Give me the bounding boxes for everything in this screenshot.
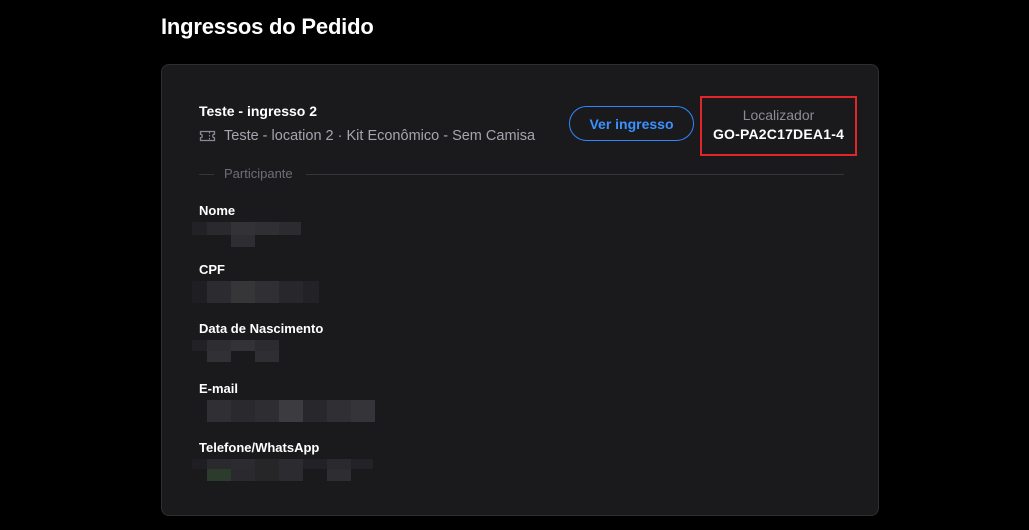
page-title: Ingressos do Pedido <box>161 14 374 39</box>
field-label: Telefone/WhatsApp <box>199 440 320 455</box>
field-label: Nome <box>199 203 236 218</box>
locator-box: Localizador GO-PA2C17DEA1-4 <box>700 96 857 156</box>
view-ticket-button[interactable]: Ver ingresso <box>569 106 694 141</box>
field-name: Nome <box>192 203 301 250</box>
divider-line <box>199 174 214 175</box>
field-label: E-mail <box>199 381 239 396</box>
divider-line <box>306 174 844 175</box>
field-phone: Telefone/WhatsApp <box>192 440 373 487</box>
ticket-name: Teste - ingresso 2 <box>199 103 318 119</box>
ticket-details-text: Teste - location 2 · Kit Econômico - Sem… <box>224 128 536 144</box>
redacted-value <box>192 281 319 309</box>
redacted-value <box>192 222 301 250</box>
field-birthdate: Data de Nascimento <box>192 321 324 368</box>
ticket-card: Teste - ingresso 2 Teste - location 2 · … <box>161 64 879 516</box>
locator-code: GO-PA2C17DEA1-4 <box>712 126 845 142</box>
redacted-value <box>192 340 323 368</box>
locator-label: Localizador <box>742 107 815 123</box>
ticket-icon <box>199 129 216 143</box>
participant-divider: Participante <box>199 165 844 185</box>
redacted-value <box>192 459 373 487</box>
field-label: CPF <box>199 262 225 277</box>
field-cpf: CPF <box>192 262 319 309</box>
participant-section-label: Participante <box>224 166 293 181</box>
field-email: E-mail <box>199 381 375 428</box>
field-label: Data de Nascimento <box>199 321 324 336</box>
ticket-details: Teste - location 2 · Kit Econômico - Sem… <box>199 128 535 144</box>
redacted-value <box>192 400 375 428</box>
